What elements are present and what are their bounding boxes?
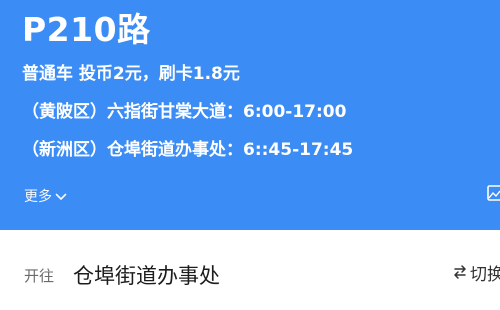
swap-arrows-icon xyxy=(452,263,468,287)
destination-name: 仓埠街道办事处 xyxy=(73,264,220,288)
direction-prefix: 开往 xyxy=(24,267,55,285)
image-icon[interactable] xyxy=(486,184,500,204)
route-header: P210路 普通车 投币2元，刷卡1.8元 （黄陂区）六指街甘棠大道：6:00-… xyxy=(0,0,500,230)
direction-bar: 开往 仓埠街道办事处 切换 xyxy=(0,230,500,310)
schedule-line-xinzhou: （新洲区）仓埠街道办事处：6::45-17:45 xyxy=(22,140,354,160)
fare-info: 普通车 投币2元，刷卡1.8元 xyxy=(22,64,240,84)
more-button[interactable]: 更多 xyxy=(24,186,67,208)
switch-direction-button[interactable]: 切换 xyxy=(452,263,500,287)
schedule-line-huangpi: （黄陂区）六指街甘棠大道：6:00-17:00 xyxy=(22,102,347,122)
route-title: P210路 xyxy=(22,10,151,49)
switch-label: 切换 xyxy=(470,265,500,285)
chevron-down-icon xyxy=(55,193,67,201)
more-label: 更多 xyxy=(24,189,52,205)
